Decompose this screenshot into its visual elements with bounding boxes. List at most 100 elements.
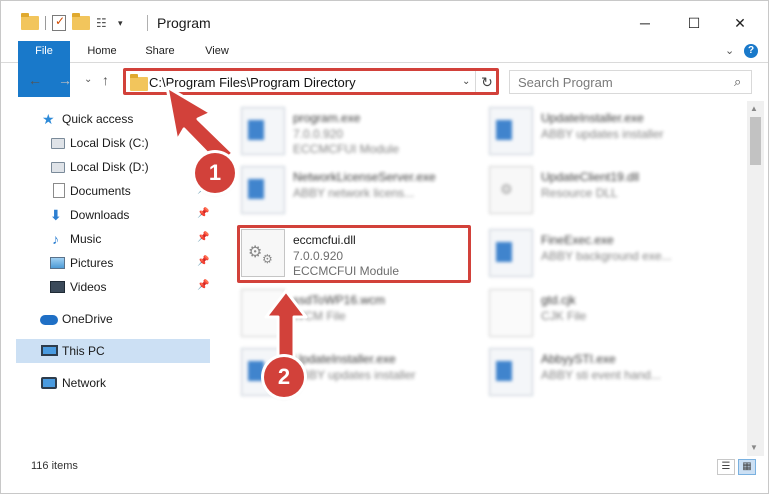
file-page-icon bbox=[489, 289, 533, 337]
sidebar-item-onedrive[interactable]: OneDrive bbox=[16, 307, 210, 331]
file-item[interactable]: gtd.cjk CJK File bbox=[483, 287, 723, 343]
file-page-icon bbox=[241, 289, 285, 337]
file-item[interactable]: program.exe 7.0.0.920 ECCMCFUI Module bbox=[235, 105, 475, 161]
tab-view[interactable]: View bbox=[192, 41, 242, 62]
file-name: UpdateInstaller.exe bbox=[541, 111, 644, 125]
file-name: NetworkLicenseServer.exe bbox=[293, 170, 436, 184]
scroll-down-icon[interactable]: ▼ bbox=[750, 443, 758, 452]
pin-icon[interactable]: 📌 bbox=[197, 232, 209, 243]
gear-icon: ⚙ bbox=[500, 181, 513, 197]
properties-icon[interactable] bbox=[52, 14, 66, 31]
pictures-icon bbox=[50, 257, 65, 269]
expand-ribbon-icon[interactable]: ⌄ bbox=[725, 44, 734, 57]
file-detail: ABBY updates installer bbox=[541, 127, 664, 141]
sidebar-item-local-disk-c[interactable]: Local Disk (C:) bbox=[16, 131, 210, 155]
close-button[interactable]: ✕ bbox=[717, 9, 763, 39]
sidebar-item-this-pc[interactable]: This PC bbox=[16, 339, 210, 363]
file-detail: ECCMCFUI Module bbox=[293, 142, 400, 156]
file-item[interactable]: NetworkLicenseServer.exe ABBY network li… bbox=[235, 164, 475, 220]
disk-icon bbox=[51, 138, 65, 149]
file-detail: ABBY updates installer bbox=[293, 368, 416, 382]
sidebar-item-pictures[interactable]: Pictures 📌 bbox=[16, 251, 210, 275]
title-bar: ☷ ▾ Program ─ ☐ ✕ bbox=[1, 1, 768, 41]
search-icon[interactable]: ⌕ bbox=[734, 74, 741, 90]
sidebar-item-label: Local Disk (D:) bbox=[70, 160, 149, 174]
search-input[interactable] bbox=[510, 71, 730, 93]
file-item[interactable]: FineExec.exe ABBY background exe... bbox=[483, 227, 723, 283]
step-badge-1: 1 bbox=[195, 153, 235, 193]
maximize-button[interactable]: ☐ bbox=[671, 9, 717, 39]
file-item[interactable]: ssdToWP16.wcm WCM File bbox=[235, 287, 475, 343]
file-detail: CJK File bbox=[541, 309, 587, 323]
back-button[interactable]: ← bbox=[28, 72, 42, 88]
download-icon: ⬇ bbox=[50, 207, 62, 223]
folder-icon bbox=[21, 13, 39, 30]
tab-home[interactable]: Home bbox=[77, 41, 127, 62]
pin-icon[interactable]: 📌 bbox=[197, 280, 209, 291]
file-item[interactable]: ⚙ UpdateClient19.dll Resource DLL bbox=[483, 164, 723, 220]
sidebar-item-network[interactable]: Network bbox=[16, 371, 210, 395]
sidebar-item-music[interactable]: ♪ Music 📌 bbox=[16, 227, 210, 251]
minimize-button[interactable]: ─ bbox=[622, 9, 668, 39]
new-folder-icon[interactable] bbox=[72, 13, 90, 30]
exe-file-icon bbox=[241, 107, 285, 155]
file-detail: 7.0.0.920 bbox=[293, 127, 344, 141]
file-detail: ABBY sti event hand... bbox=[541, 368, 661, 382]
up-button[interactable]: ↑ bbox=[102, 72, 109, 88]
sidebar-item-quick-access[interactable]: ★ Quick access bbox=[16, 107, 210, 131]
sidebar-item-label: Quick access bbox=[62, 112, 134, 126]
sidebar-item-videos[interactable]: Videos 📌 bbox=[16, 275, 210, 299]
file-item[interactable]: AbbyySTI.exe ABBY sti event hand... bbox=[483, 346, 723, 402]
sidebar-item-label: This PC bbox=[62, 344, 105, 358]
exe-file-icon bbox=[241, 166, 285, 214]
dll-file-icon: ⚙ bbox=[489, 166, 533, 214]
sidebar-item-local-disk-d[interactable]: Local Disk (D:) bbox=[16, 155, 210, 179]
file-explorer-window: ☷ ▾ Program ─ ☐ ✕ File Home Share View ⌄… bbox=[0, 0, 769, 494]
file-name: AbbyySTI.exe bbox=[541, 352, 616, 366]
computer-icon bbox=[41, 345, 58, 356]
tab-share[interactable]: Share bbox=[135, 41, 185, 62]
videos-icon bbox=[50, 281, 65, 293]
sidebar-item-label: Pictures bbox=[70, 256, 114, 270]
step-badge-2: 2 bbox=[264, 357, 304, 397]
exe-file-icon bbox=[489, 229, 533, 277]
file-item[interactable]: UpdateInstaller.exe ABBY updates install… bbox=[483, 105, 723, 161]
quick-access-toolbar: ☷ ▾ bbox=[21, 13, 123, 33]
sidebar-item-label: Documents bbox=[70, 184, 131, 198]
sidebar-item-label: Videos bbox=[70, 280, 107, 294]
sidebar-item-label: Network bbox=[62, 376, 107, 390]
search-box[interactable]: ⌕ bbox=[509, 70, 752, 94]
sidebar-item-documents[interactable]: Documents 📌 bbox=[16, 179, 210, 203]
file-name: program.exe bbox=[293, 111, 361, 125]
sidebar-item-label: Music bbox=[70, 232, 102, 246]
cloud-icon bbox=[40, 315, 58, 325]
pin-icon[interactable]: 📌 bbox=[197, 208, 209, 219]
recent-locations-button[interactable]: ⌄ bbox=[84, 74, 92, 85]
customize-icon[interactable]: ☷ bbox=[96, 16, 112, 30]
network-icon bbox=[41, 377, 57, 389]
music-icon: ♪ bbox=[52, 231, 59, 247]
pin-icon[interactable]: 📌 bbox=[197, 256, 209, 267]
sidebar-item-label: OneDrive bbox=[62, 312, 113, 326]
help-icon[interactable]: ? bbox=[744, 44, 758, 58]
toolbar-separator bbox=[45, 16, 46, 30]
ribbon-tabs: File Home Share View ⌄ ? bbox=[1, 41, 768, 97]
vertical-scrollbar[interactable]: ▲ ▼ bbox=[747, 101, 764, 456]
sidebar-item-label: Local Disk (C:) bbox=[70, 136, 149, 150]
sidebar-item-downloads[interactable]: ⬇ Downloads 📌 bbox=[16, 203, 210, 227]
exe-file-icon bbox=[489, 107, 533, 155]
file-detail: WCM File bbox=[293, 309, 346, 323]
file-highlight-box bbox=[237, 225, 471, 283]
file-detail: ABBY background exe... bbox=[541, 249, 672, 263]
file-name: FineExec.exe bbox=[541, 233, 614, 247]
details-view-button[interactable]: ☰ bbox=[717, 459, 735, 475]
scrollbar-thumb[interactable] bbox=[750, 117, 761, 165]
disk-icon bbox=[51, 162, 65, 173]
forward-button[interactable]: → bbox=[58, 72, 72, 88]
toolbar-dropdown-icon[interactable]: ▾ bbox=[118, 18, 123, 29]
title-separator bbox=[147, 15, 148, 31]
file-name: gtd.cjk bbox=[541, 293, 576, 307]
address-highlight-box bbox=[123, 68, 499, 95]
scroll-up-icon[interactable]: ▲ bbox=[750, 104, 758, 113]
tiles-view-button[interactable]: ▦ bbox=[738, 459, 756, 475]
